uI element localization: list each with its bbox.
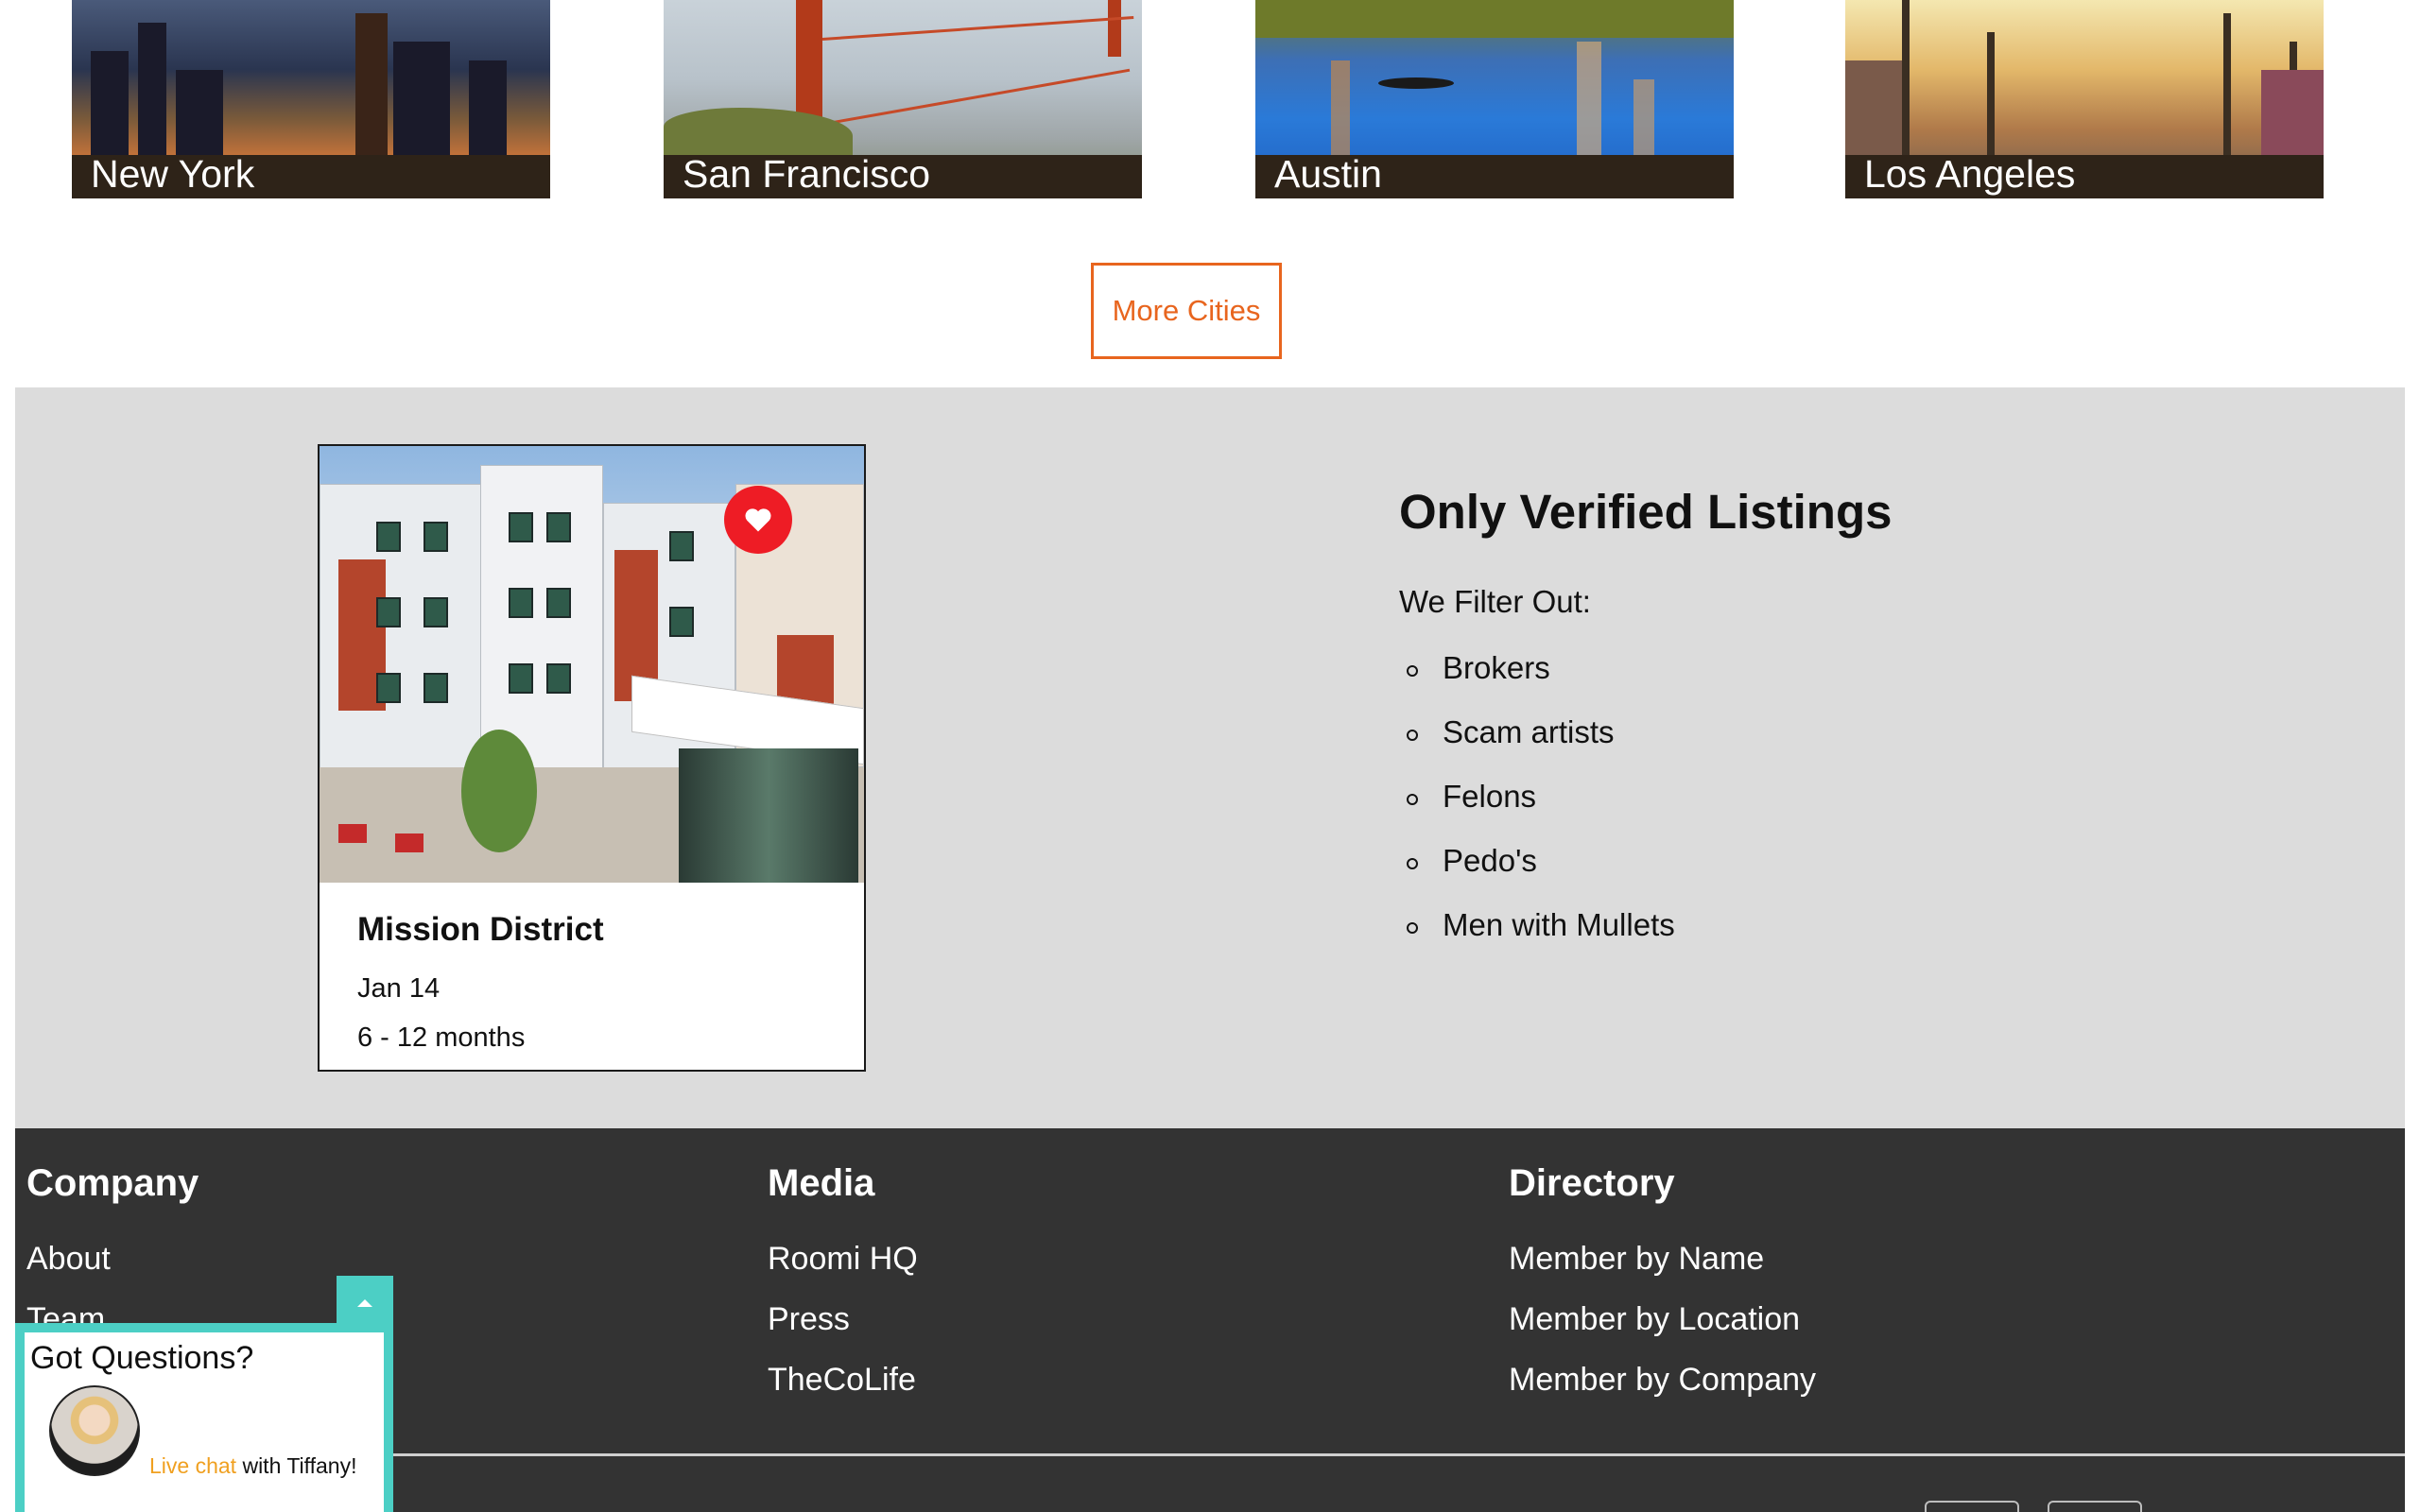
chat-toggle-button[interactable] (337, 1276, 393, 1329)
footer-heading: Media (768, 1162, 875, 1204)
listing-duration: 6 - 12 months (357, 1022, 526, 1053)
filter-item-label: Pedo's (1443, 843, 1537, 878)
filter-intro: We Filter Out: (1399, 584, 1591, 619)
city-name: San Francisco (683, 152, 931, 196)
bullet-icon (1407, 922, 1418, 934)
verified-title: Only Verified Listings (1399, 485, 1893, 539)
footer-column-media: Media Roomi HQ Press TheCoLife (768, 1162, 918, 1422)
city-tile-san-francisco[interactable]: San Francisco (664, 0, 1142, 198)
filter-item: Pedo's (1399, 843, 1675, 907)
listing-card[interactable]: Mission District Jan 14 6 - 12 months (318, 444, 866, 1072)
footer-link-thecolife[interactable]: TheCoLife (768, 1362, 918, 1422)
avatar (49, 1385, 140, 1476)
social-button[interactable] (1925, 1501, 2019, 1512)
bullet-icon (1407, 665, 1418, 677)
city-tile-austin[interactable]: Austin (1255, 0, 1734, 198)
filter-item: Scam artists (1399, 714, 1675, 779)
city-name: Los Angeles (1864, 152, 2076, 196)
footer-link-roomi-hq[interactable]: Roomi HQ (768, 1241, 918, 1301)
footer-link-press[interactable]: Press (768, 1301, 918, 1362)
bullet-icon (1407, 730, 1418, 741)
chat-cta-text: with Tiffany! (236, 1453, 357, 1478)
footer-link-about[interactable]: About (26, 1241, 199, 1301)
chat-widget[interactable]: Got Questions? Live chat with Tiffany! (15, 1323, 393, 1512)
more-cities-button[interactable]: More Cities (1091, 263, 1282, 359)
filter-item: Felons (1399, 779, 1675, 843)
bullet-icon (1407, 794, 1418, 805)
city-name: New York (91, 152, 255, 196)
listing-title: Mission District (357, 911, 604, 948)
footer-link-member-by-name[interactable]: Member by Name (1509, 1241, 1816, 1301)
filter-item-label: Scam artists (1443, 714, 1615, 749)
chat-question: Got Questions? (30, 1340, 254, 1376)
filter-item-label: Men with Mullets (1443, 907, 1675, 942)
footer-heading: Company (26, 1162, 199, 1204)
city-tile-new-york[interactable]: New York (72, 0, 550, 198)
filter-item-label: Brokers (1443, 650, 1550, 685)
filter-item: Brokers (1399, 650, 1675, 714)
footer-link-member-by-company[interactable]: Member by Company (1509, 1362, 1816, 1422)
chevron-up-icon (357, 1299, 372, 1307)
filter-list: Brokers Scam artists Felons Pedo's Men w… (1399, 650, 1675, 971)
footer-link-member-by-location[interactable]: Member by Location (1509, 1301, 1816, 1362)
chat-cta[interactable]: Live chat with Tiffany! (149, 1453, 356, 1479)
page: New York San Francisco Austin Los Angele… (0, 0, 2420, 1512)
listing-date: Jan 14 (357, 973, 441, 1004)
footer-heading: Directory (1509, 1162, 1675, 1204)
city-name: Austin (1274, 152, 1382, 196)
filter-item-label: Felons (1443, 779, 1537, 814)
favorite-button[interactable] (724, 486, 792, 554)
heart-icon (745, 508, 771, 532)
live-chat-link[interactable]: Live chat (149, 1453, 236, 1478)
filter-item: Men with Mullets (1399, 907, 1675, 971)
bullet-icon (1407, 858, 1418, 869)
social-button[interactable] (2048, 1501, 2142, 1512)
footer-column-directory: Directory Member by Name Member by Locat… (1509, 1162, 1816, 1422)
city-tile-los-angeles[interactable]: Los Angeles (1845, 0, 2324, 198)
